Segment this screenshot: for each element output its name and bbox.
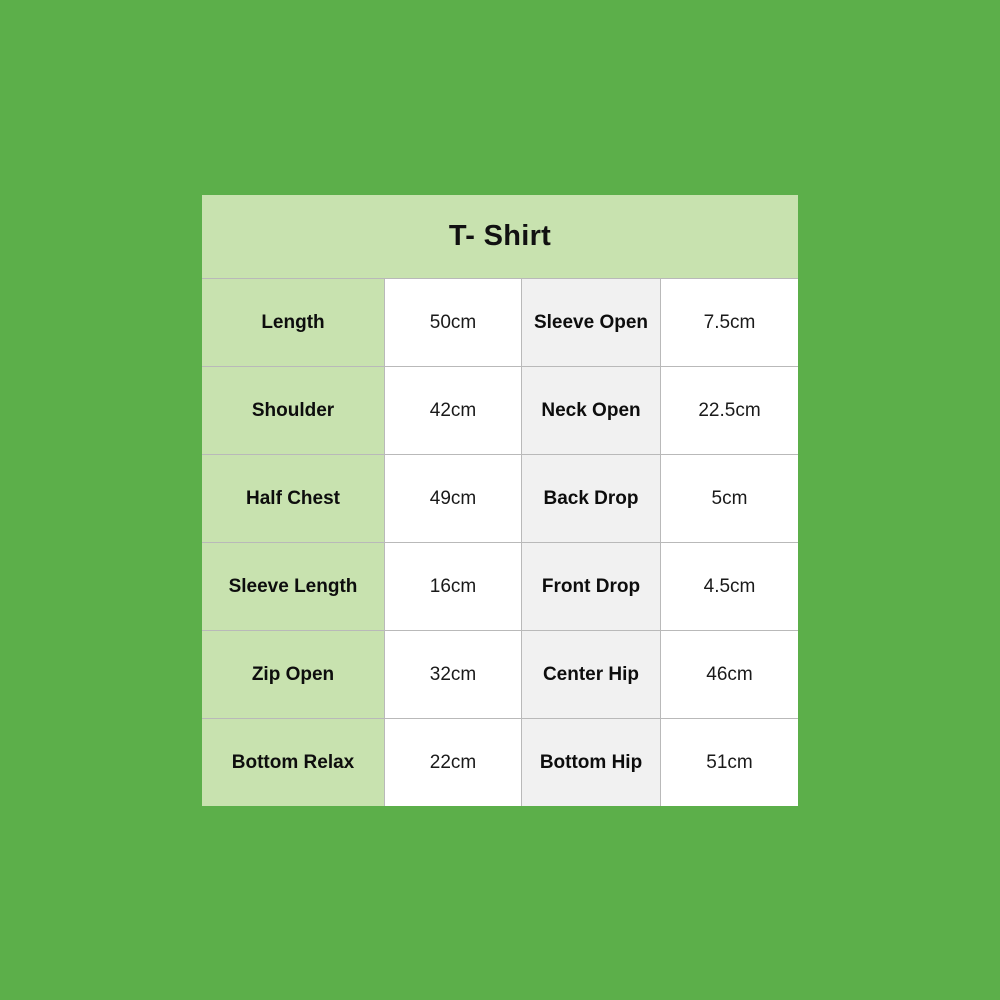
measurement-label: Half Chest xyxy=(202,455,385,542)
measurement-label: Front Drop xyxy=(522,543,661,630)
table-row: Length 50cm Sleeve Open 7.5cm xyxy=(202,279,798,367)
measurement-value: 16cm xyxy=(385,543,522,630)
measurement-label: Neck Open xyxy=(522,367,661,454)
measurement-label: Sleeve Open xyxy=(522,279,661,366)
size-chart-table: T- Shirt Length 50cm Sleeve Open 7.5cm S… xyxy=(202,195,798,806)
measurement-value: 7.5cm xyxy=(661,279,798,366)
measurement-value: 46cm xyxy=(661,631,798,718)
measurement-label: Bottom Relax xyxy=(202,719,385,806)
size-chart-body: Length 50cm Sleeve Open 7.5cm Shoulder 4… xyxy=(202,279,798,806)
table-row: Sleeve Length 16cm Front Drop 4.5cm xyxy=(202,543,798,631)
measurement-label: Center Hip xyxy=(522,631,661,718)
table-row: Bottom Relax 22cm Bottom Hip 51cm xyxy=(202,719,798,806)
page-title: T- Shirt xyxy=(448,220,552,252)
measurement-label: Sleeve Length xyxy=(202,543,385,630)
table-row: Half Chest 49cm Back Drop 5cm xyxy=(202,455,798,543)
measurement-value: 42cm xyxy=(385,367,522,454)
measurement-label: Bottom Hip xyxy=(522,719,661,806)
table-row: Zip Open 32cm Center Hip 46cm xyxy=(202,631,798,719)
measurement-value: 32cm xyxy=(385,631,522,718)
page-canvas: T- Shirt Length 50cm Sleeve Open 7.5cm S… xyxy=(0,0,1000,1000)
measurement-label: Back Drop xyxy=(522,455,661,542)
measurement-value: 51cm xyxy=(661,719,798,806)
measurement-value: 50cm xyxy=(385,279,522,366)
measurement-value: 49cm xyxy=(385,455,522,542)
measurement-value: 22.5cm xyxy=(661,367,798,454)
size-chart-header: T- Shirt xyxy=(202,195,798,279)
measurement-label: Shoulder xyxy=(202,367,385,454)
measurement-label: Zip Open xyxy=(202,631,385,718)
table-row: Shoulder 42cm Neck Open 22.5cm xyxy=(202,367,798,455)
measurement-value: 5cm xyxy=(661,455,798,542)
measurement-label: Length xyxy=(202,279,385,366)
measurement-value: 22cm xyxy=(385,719,522,806)
measurement-value: 4.5cm xyxy=(661,543,798,630)
